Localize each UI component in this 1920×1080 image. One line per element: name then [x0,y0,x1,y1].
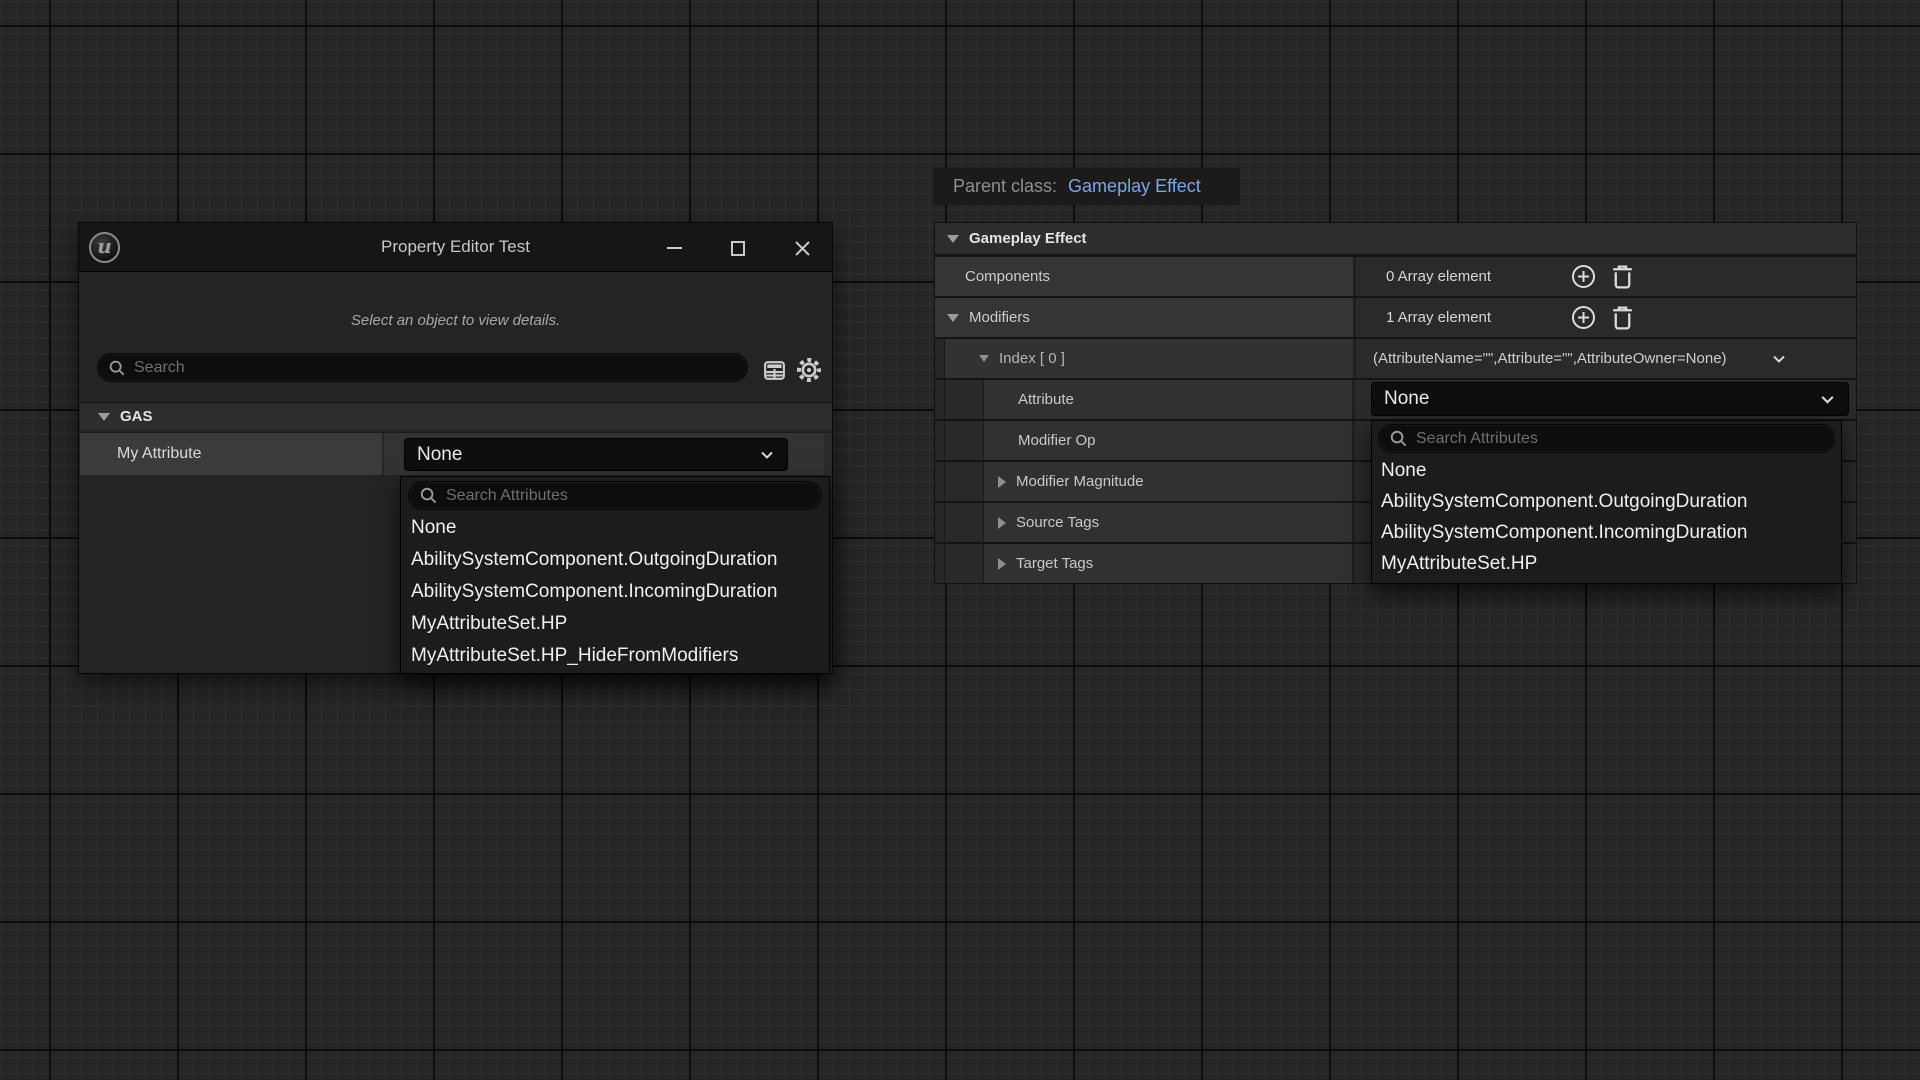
property-row-my-attribute: My Attribute None [80,432,832,475]
dropdown-option[interactable]: None [401,512,829,544]
chevron-down-icon [1819,391,1836,408]
indent-rail [935,421,945,460]
dropdown-option[interactable]: AbilitySystemComponent.IncomingDuration [401,576,829,608]
attribute-picker-dropdown: None AbilitySystemComponent.OutgoingDura… [1371,420,1842,584]
property-name-cell[interactable]: Index [ 0 ] [945,339,1353,378]
property-value-cell: None [384,433,824,475]
window-titlebar[interactable]: u Property Editor Test [79,223,832,272]
my-attribute-combobox[interactable]: None [404,438,788,471]
attribute-picker-dropdown: None AbilitySystemComponent.OutgoingDura… [400,476,830,674]
row-index-0: Index [ 0 ] (AttributeName="",Attribute=… [935,339,1856,378]
collapse-triangle-icon [947,235,959,243]
property-name-cell[interactable]: Attribute [984,380,1352,419]
attribute-search-input[interactable] [1408,430,1834,448]
indent-rail [935,544,945,583]
parent-class-label: Parent class: [953,176,1057,197]
add-element-icon[interactable] [1570,304,1597,331]
property-value-cell: 1 Array element [1356,298,1856,337]
property-name-cell[interactable]: Source Tags [984,503,1352,542]
search-icon [1389,429,1408,448]
add-element-icon[interactable] [1570,263,1597,290]
dropdown-option[interactable]: AbilitySystemComponent.OutgoingDuration [1372,486,1841,517]
search-icon [419,486,438,505]
dropdown-option[interactable]: MyAttributeSet.HP_HideFromModifiers [401,640,829,672]
indent-rail [945,421,984,460]
close-button[interactable] [790,236,814,260]
close-icon [794,240,811,257]
dropdown-option[interactable]: MyAttributeSet.HP [401,608,829,640]
indent-rail [945,544,984,583]
maximize-icon [731,241,745,256]
dropdown-option[interactable]: AbilitySystemComponent.IncomingDuration [1372,517,1841,548]
property-name-cell[interactable]: Modifier Magnitude [984,462,1352,501]
attribute-search-input[interactable] [438,487,821,505]
expand-triangle-icon[interactable] [998,476,1006,488]
indent-rail [935,339,945,378]
attribute-options-list: None AbilitySystemComponent.OutgoingDura… [1372,455,1841,579]
dropdown-option[interactable]: None [1372,455,1841,486]
property-value-cell: (AttributeName="",Attribute="",Attribute… [1356,339,1856,378]
property-value-cell: 0 Array element [1356,257,1856,296]
search-icon [108,359,126,377]
trash-icon[interactable] [1610,263,1635,290]
indent-rail [935,380,945,419]
property-value-cell: None [1355,380,1856,419]
struct-value-text: (AttributeName="",Attribute="",Attribute… [1356,350,1727,367]
category-label: Gameplay Effect [969,230,1087,247]
row-components: Components 0 Array element [935,257,1856,296]
maximize-button[interactable] [726,236,750,260]
property-name-cell[interactable]: My Attribute [80,433,382,475]
display-filter-button[interactable] [762,358,787,383]
category-header-gameplay-effect[interactable]: Gameplay Effect [935,223,1856,254]
expand-triangle-icon[interactable] [998,517,1006,529]
array-count-text: 1 Array element [1356,309,1570,326]
row-tail-strip [824,433,832,475]
array-count-text: 0 Array element [1356,268,1570,285]
gear-icon [796,357,822,383]
window-title: Property Editor Test [79,237,832,257]
property-name-cell[interactable]: Modifiers [935,298,1353,337]
collapse-triangle-icon [98,413,110,421]
parent-class-banner: Parent class: Gameplay Effect [933,168,1240,205]
row-attribute: Attribute None [935,380,1856,419]
indent-rail [935,462,945,501]
attribute-search-bar[interactable] [1378,424,1835,453]
attribute-search-bar[interactable] [408,481,822,510]
settings-button[interactable] [796,357,822,383]
property-name-cell[interactable]: Modifier Op [984,421,1352,460]
chevron-down-icon [759,447,775,463]
collapse-triangle-icon[interactable] [947,314,959,322]
indent-rail [945,503,984,542]
details-search-bar[interactable] [97,353,748,382]
category-label: GAS [120,408,153,425]
collapse-triangle-icon[interactable] [979,355,989,362]
indent-rail [945,462,984,501]
indent-rail [935,503,945,542]
indent-rail [945,380,984,419]
attribute-options-list: None AbilitySystemComponent.OutgoingDura… [401,512,829,672]
screen: u Property Editor Test Select an object … [0,0,1920,1080]
minimize-icon [667,247,682,249]
property-name-cell[interactable]: Target Tags [984,544,1352,583]
parent-class-link[interactable]: Gameplay Effect [1068,176,1201,197]
property-name-cell[interactable]: Components [935,257,1353,296]
minimize-button[interactable] [662,236,686,260]
table-grid-icon [762,358,787,383]
expand-triangle-icon[interactable] [998,558,1006,570]
category-header-gas[interactable]: GAS [80,402,832,430]
attribute-combobox[interactable]: None [1371,382,1849,416]
dropdown-option[interactable]: MyAttributeSet.HP [1372,548,1841,579]
dropdown-option[interactable]: AbilitySystemComponent.OutgoingDuration [401,544,829,576]
chevron-down-icon[interactable] [1771,351,1787,367]
empty-selection-hint: Select an object to view details. [79,312,832,329]
search-input[interactable] [126,359,747,377]
row-modifiers: Modifiers 1 Array element [935,298,1856,337]
trash-icon[interactable] [1610,304,1635,331]
